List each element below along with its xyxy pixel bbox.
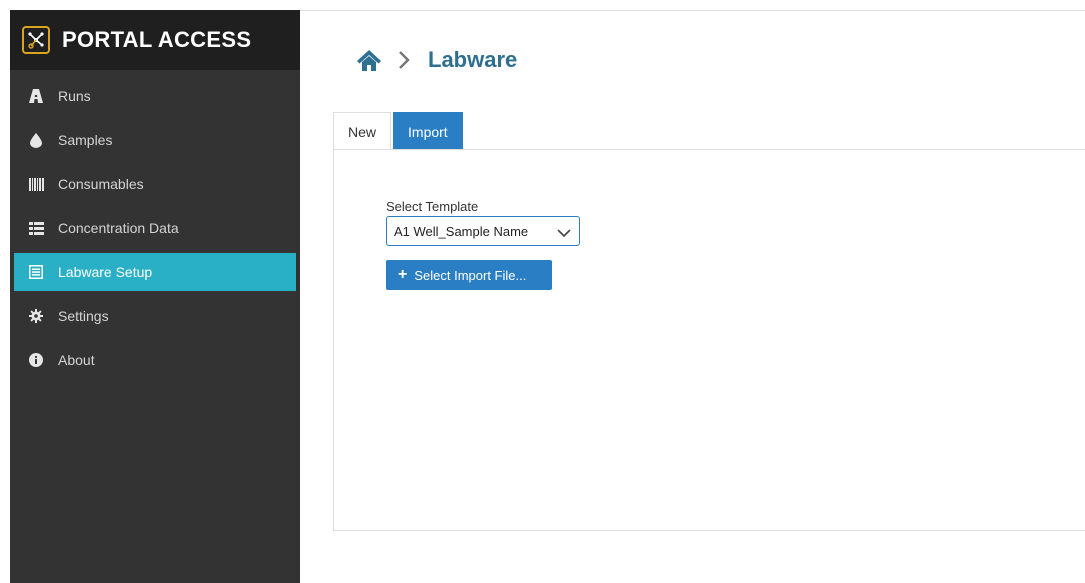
template-select[interactable]: A1 Well_Sample Name xyxy=(386,216,580,246)
list-icon xyxy=(28,220,44,236)
template-label: Select Template xyxy=(386,199,479,214)
gear-icon xyxy=(28,308,44,324)
main-content: Labware New Import Select Template A1 We… xyxy=(300,10,1085,583)
select-import-file-button[interactable]: + Select Import File... xyxy=(386,260,552,290)
sidebar-item-consumables[interactable]: Consumables xyxy=(10,162,300,206)
sidebar-item-label: Runs xyxy=(58,88,91,104)
sidebar-item-runs[interactable]: Runs xyxy=(10,74,300,118)
sidebar-item-label: Samples xyxy=(58,132,113,148)
chevron-right-icon xyxy=(398,50,410,70)
breadcrumb: Labware xyxy=(356,47,517,73)
sidebar-item-label: Settings xyxy=(58,308,109,324)
sidebar-item-about[interactable]: About xyxy=(10,338,300,382)
template-select-value: A1 Well_Sample Name xyxy=(394,223,529,239)
sidebar-item-label: Labware Setup xyxy=(58,264,153,280)
chevron-down-icon xyxy=(557,226,571,241)
sidebar-item-samples[interactable]: Samples xyxy=(10,118,300,162)
sidebar-item-label: Consumables xyxy=(58,176,144,192)
select-import-file-label: Select Import File... xyxy=(414,267,527,283)
drop-icon xyxy=(28,132,44,148)
brand-header: PORTAL ACCESS xyxy=(10,10,300,70)
barcode-icon xyxy=(28,176,44,192)
portal-logo-icon xyxy=(22,26,50,54)
sidebar-item-labware-setup[interactable]: Labware Setup xyxy=(14,253,296,291)
home-icon[interactable] xyxy=(356,48,382,72)
sidebar-nav: Runs Samples Consumables Concentration D… xyxy=(10,74,300,382)
sidebar: PORTAL ACCESS Runs Samples Consumables C… xyxy=(10,10,300,583)
page-title: Labware xyxy=(428,47,518,72)
tab-bar: New Import xyxy=(333,112,463,150)
info-icon xyxy=(28,352,44,368)
sidebar-item-label: Concentration Data xyxy=(58,220,179,236)
list-alt-icon xyxy=(28,264,44,280)
sidebar-item-settings[interactable]: Settings xyxy=(10,294,300,338)
tab-import[interactable]: Import xyxy=(393,112,463,150)
tab-new[interactable]: New xyxy=(333,112,392,150)
app-title: PORTAL ACCESS xyxy=(62,27,252,52)
sidebar-item-concentration-data[interactable]: Concentration Data xyxy=(10,206,300,250)
plus-icon: + xyxy=(398,266,408,283)
sidebar-item-label: About xyxy=(58,352,95,368)
road-icon xyxy=(28,88,44,104)
import-panel: Select Template A1 Well_Sample Name + Se… xyxy=(333,149,1085,531)
